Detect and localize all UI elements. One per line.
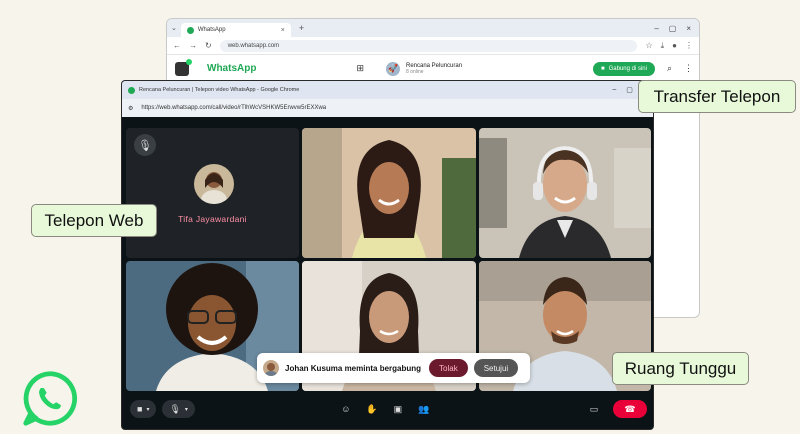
participant-avatar: [194, 164, 234, 204]
background-address-bar: ← → ↻ web.whatsapp.com ☆ ⤓ ● ⋮: [167, 37, 699, 55]
reactions-icon[interactable]: ☺: [337, 400, 355, 418]
bookmark-star-icon[interactable]: ☆: [645, 41, 652, 50]
call-window-title: Rencana Peluncuran | Telepon video Whats…: [139, 87, 300, 93]
minimize-icon[interactable]: –: [654, 24, 658, 33]
whatsapp-logo-icon: [21, 370, 78, 427]
whatsapp-favicon-icon: [128, 86, 135, 94]
maximize-icon[interactable]: ▢: [626, 86, 633, 94]
join-request-text: Johan Kusuma meminta bergabung: [285, 363, 422, 373]
join-call-button[interactable]: ■ Gabung di sini: [592, 61, 655, 76]
layout-icon[interactable]: ▭: [585, 400, 603, 418]
camera-toggle-button[interactable]: ■ ▾: [130, 400, 157, 418]
background-tab-title: WhatsApp: [197, 27, 226, 33]
profile-icon[interactable]: ●: [672, 41, 677, 50]
screen-share-icon[interactable]: ▣: [389, 400, 407, 418]
participant-grid: 🎙 Tifa Jayawardani: [126, 128, 651, 391]
participant-video-2[interactable]: [302, 128, 476, 258]
chat-menu-icon[interactable]: ⋮: [684, 63, 693, 74]
search-icon[interactable]: ⌕: [667, 63, 672, 74]
group-status: 8 online: [406, 68, 424, 75]
microphone-icon: 🎙: [169, 403, 181, 414]
end-call-button[interactable]: ☎: [613, 400, 647, 418]
window-controls: – ▢ ×: [654, 24, 699, 33]
join-request-banner: Johan Kusuma meminta bergabung Tolak Set…: [257, 353, 530, 383]
new-chat-icon[interactable]: ⊞: [356, 63, 364, 74]
center-controls: ☺ ✋ ▣ 👥: [337, 400, 433, 418]
accept-button[interactable]: Setujui: [473, 359, 519, 377]
download-icon[interactable]: ⤓: [661, 41, 665, 51]
background-tab-bar: ⌄ WhatsApp × + – ▢ ×: [167, 19, 699, 37]
raise-hand-icon[interactable]: ✋: [363, 400, 381, 418]
muted-microphone-icon: 🎙: [134, 134, 156, 156]
group-info[interactable]: Rencana Peluncuran 8 online: [406, 63, 462, 75]
group-avatar[interactable]: 🚀: [386, 61, 400, 76]
reload-icon[interactable]: ↻: [205, 41, 212, 50]
callout-transfer-call: Transfer Telepon: [638, 80, 796, 113]
call-toolbar: ■ ▾ 🎙 ▾ ☺ ✋ ▣ 👥 ▭ ☎: [122, 389, 653, 429]
site-settings-icon[interactable]: ⚙: [128, 105, 133, 112]
video-camera-icon: ■: [137, 404, 143, 414]
maximize-icon[interactable]: ▢: [669, 24, 677, 33]
call-url[interactable]: https://web.whatsapp.com/call/video/rTlh…: [141, 105, 326, 111]
join-call-label: Gabung di sini: [608, 65, 647, 72]
close-tab-icon[interactable]: ×: [281, 27, 285, 34]
video-camera-icon: ■: [600, 65, 605, 72]
chevron-down-icon: ▾: [184, 406, 188, 413]
background-tab[interactable]: WhatsApp ×: [180, 23, 291, 37]
whatsapp-brand: WhatsApp: [207, 63, 257, 74]
whatsapp-favicon-icon: [186, 26, 194, 34]
back-icon[interactable]: ←: [173, 41, 181, 50]
call-window-titlebar: Rencana Peluncuran | Telepon video Whats…: [122, 81, 653, 99]
close-window-icon[interactable]: ×: [686, 24, 691, 33]
call-address-bar: ⚙ https://web.whatsapp.com/call/video/rT…: [122, 99, 653, 117]
participants-icon[interactable]: 👥: [415, 400, 433, 418]
tab-list-icon[interactable]: ⌄: [171, 24, 177, 32]
requester-avatar: [263, 360, 279, 376]
callout-waiting-room: Ruang Tunggu: [612, 352, 749, 385]
participant-video-3[interactable]: [479, 128, 651, 258]
microphone-toggle-button[interactable]: 🎙 ▾: [162, 400, 195, 418]
group-name: Rencana Peluncuran: [406, 62, 463, 69]
whatsapp-web-header: WhatsApp ⊞ 🚀 Rencana Peluncuran 8 online…: [167, 55, 699, 83]
participant-tile-audio[interactable]: 🎙 Tifa Jayawardani: [126, 128, 299, 258]
background-url-field[interactable]: web.whatsapp.com: [219, 39, 638, 52]
chevron-down-icon: ▾: [146, 406, 150, 413]
chats-icon[interactable]: [175, 58, 192, 76]
minimize-icon[interactable]: –: [612, 86, 616, 94]
forward-icon[interactable]: →: [189, 41, 197, 50]
reject-button[interactable]: Tolak: [429, 359, 468, 377]
browser-menu-icon[interactable]: ⋮: [685, 41, 693, 50]
callout-web-call: Telepon Web: [31, 204, 157, 237]
new-tab-icon[interactable]: +: [299, 23, 304, 33]
